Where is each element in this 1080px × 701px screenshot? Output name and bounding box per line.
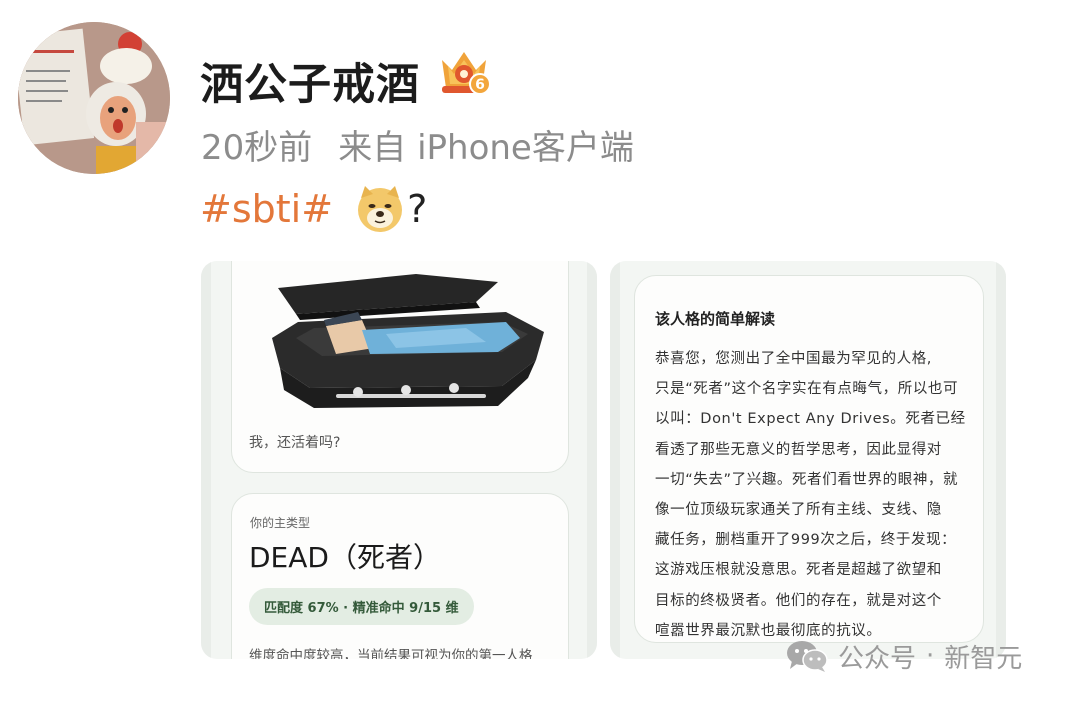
watermark-platform: 公众号 <box>838 643 917 674</box>
reading-title: 该人格的简单解读 <box>655 310 776 328</box>
match-badge: 匹配度 67% · 精准命中 9/15 维 <box>249 588 474 625</box>
wechat-icon <box>786 639 828 673</box>
reading-line: 一切“失去”了兴趣。死者们看世界的眼神，就 <box>655 471 959 488</box>
attached-image-right[interactable]: 该人格的简单解读 恭喜您，您测出了全中国最为罕见的人格, 只是“死者”这个名字实… <box>610 261 1006 659</box>
reading-body: 恭喜您，您测出了全中国最为罕见的人格, 只是“死者”这个名字实在有点晦气，所以也… <box>655 344 975 646</box>
user-avatar[interactable] <box>18 22 170 174</box>
reading-line: 像一位顶级玩家通关了所有主线、支线、隐 <box>655 502 942 519</box>
result-card-coffin: 我，还活着吗? <box>231 261 569 473</box>
attached-image-left[interactable]: 我，还活着吗? 你的主类型 DEAD（死者） 匹配度 67% · 精准命中 9/… <box>201 261 597 659</box>
image-edge <box>201 261 211 659</box>
watermark: 公众号 · 新智元 <box>786 636 1022 676</box>
post-meta: 20秒前 来自 iPhone客户端 <box>201 120 634 169</box>
hashtag-link[interactable]: #sbti# <box>200 187 333 231</box>
type-description: 维度命中度较高，当前结果可视为你的第一人格 <box>249 648 533 659</box>
doge-emoji-icon <box>355 184 405 234</box>
reading-line: 恭喜您，您测出了全中国最为罕见的人格, <box>655 351 933 367</box>
reading-line: 这游戏压根就没意思。死者是超越了欲望和 <box>655 562 942 579</box>
username[interactable]: 洒公子戒酒 <box>200 50 420 112</box>
post-trailing-text: ? <box>407 187 428 231</box>
watermark-account: 新智元 <box>944 643 1023 674</box>
reading-line: 只是“死者”这个名字实在有点晦气，所以也可 <box>655 381 959 398</box>
type-label: 你的主类型 <box>250 516 311 530</box>
reading-line: 以叫：Don't Expect Any Drives。死者已经 <box>655 411 966 428</box>
type-name: DEAD（死者） <box>249 541 441 574</box>
post-source: 来自 iPhone客户端 <box>338 128 634 168</box>
image-edge <box>996 261 1006 659</box>
reading-line: 目标的终极贤者。他们的存在，就是对这个 <box>655 592 942 609</box>
reading-line: 藏任务，删档重开了999次之后，终于发现： <box>655 532 957 549</box>
coffin-caption: 我，还活着吗? <box>249 435 341 451</box>
user-level-badge-icon[interactable]: 6 <box>434 44 494 100</box>
image-edge <box>587 261 597 659</box>
avatar-figurine-image <box>18 22 170 174</box>
svg-text:6: 6 <box>475 77 485 93</box>
reading-line: 看透了那些无意义的哲学思考，因此显得对 <box>655 441 942 458</box>
image-edge <box>610 261 620 659</box>
watermark-separator: · <box>926 641 935 671</box>
result-type-card: 你的主类型 DEAD（死者） 匹配度 67% · 精准命中 9/15 维 维度命… <box>231 493 569 659</box>
post-time: 20秒前 <box>201 128 313 168</box>
coffin-illustration <box>272 274 544 408</box>
personality-reading-card: 该人格的简单解读 恭喜您，您测出了全中国最为罕见的人格, 只是“死者”这个名字实… <box>634 275 984 643</box>
post-text: #sbti# ? <box>200 182 427 236</box>
